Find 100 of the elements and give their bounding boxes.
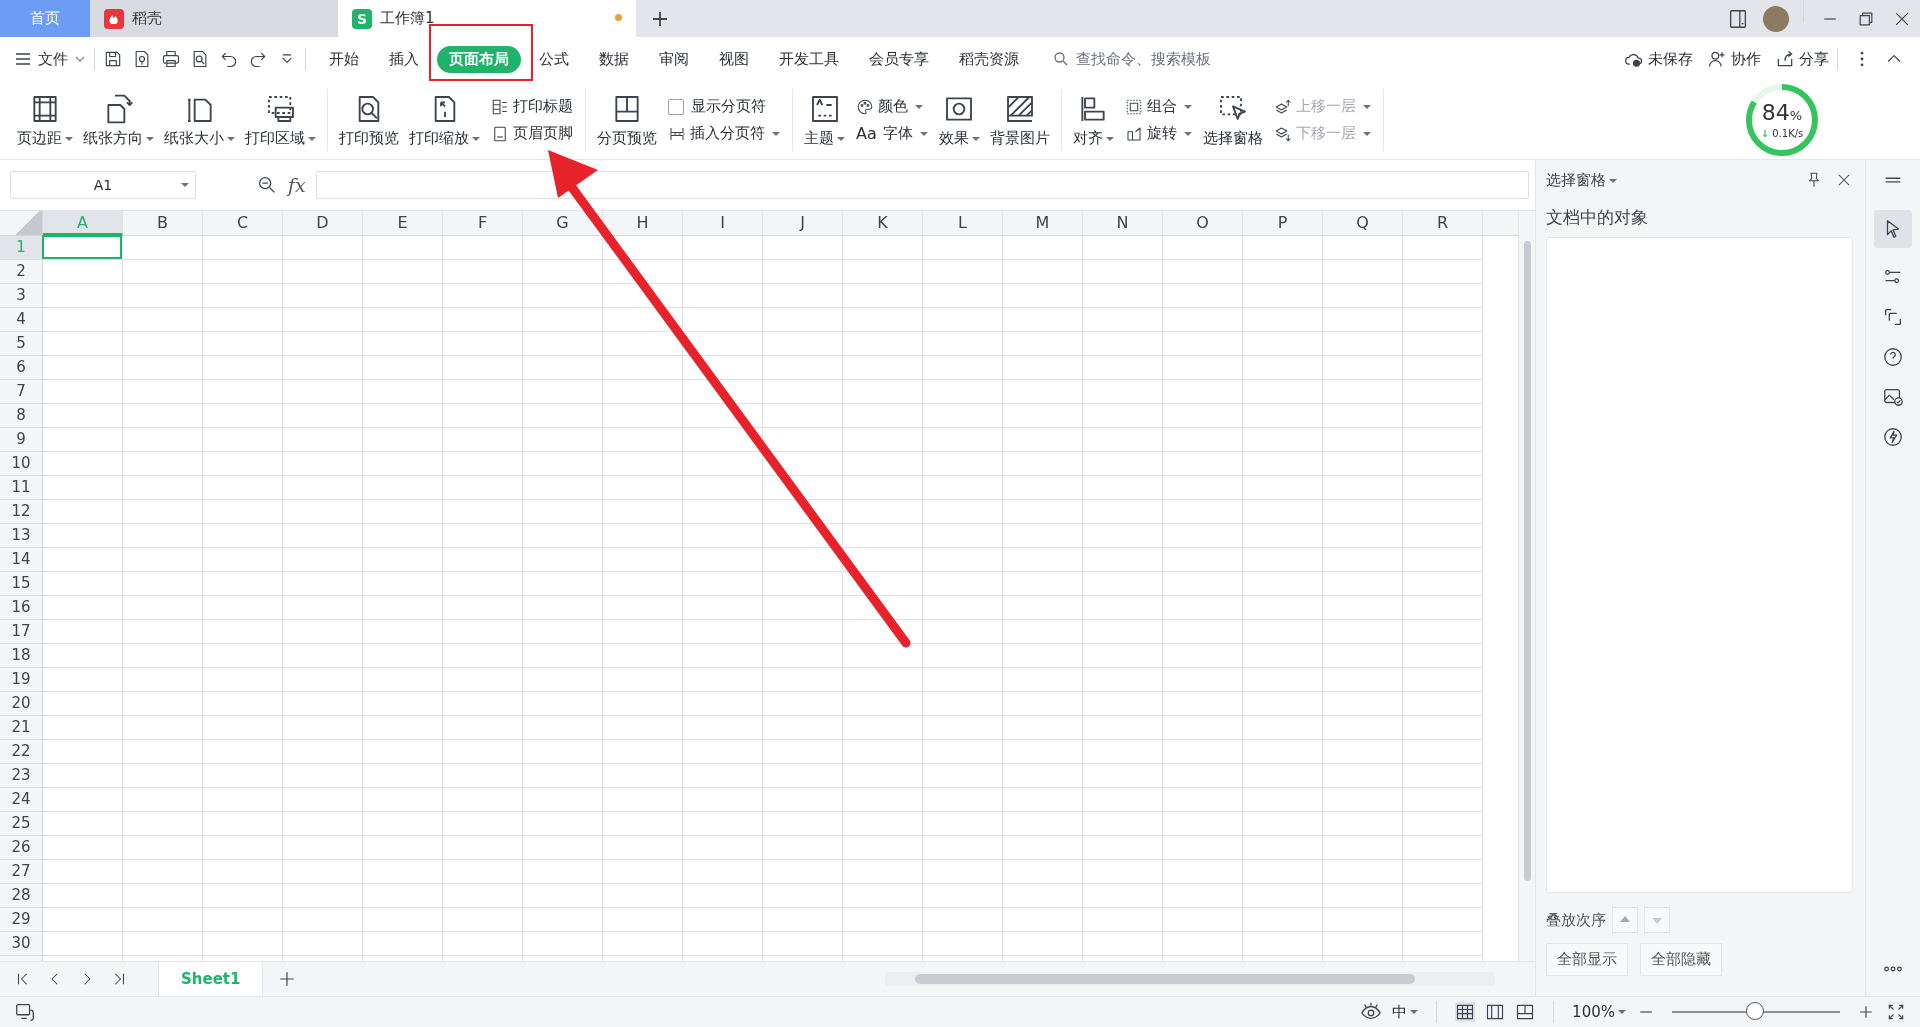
select-tool-button[interactable] [1874,210,1912,248]
column-header[interactable]: N [1083,211,1163,235]
column-header[interactable]: C [203,211,283,235]
row-header[interactable]: 17 [0,620,42,644]
ribbon-button[interactable]: 打印标题 [491,97,573,116]
formula-input[interactable] [315,171,1530,199]
column-header[interactable]: E [363,211,443,235]
ribbon-tab[interactable]: 审阅 [647,45,701,73]
save-status-button[interactable]: 未保存 [1624,49,1693,69]
search-field[interactable]: 查找命令、搜索模板 [1052,49,1278,69]
column-header[interactable]: J [763,211,843,235]
ribbon-button[interactable]: 分页预览 [594,90,660,150]
column-header[interactable]: O [1163,211,1243,235]
image-check-icon[interactable] [1882,386,1904,408]
row-header[interactable]: 30 [0,932,42,956]
column-header[interactable]: H [603,211,683,235]
row-header[interactable]: 8 [0,404,42,428]
document-tab[interactable]: S 工作簿1 [338,0,636,37]
ribbon-button[interactable]: 主题 [801,90,848,150]
ribbon-tab[interactable]: 开始 [317,45,371,73]
ribbon-tab[interactable]: 开发工具 [767,45,851,73]
row-header[interactable]: 23 [0,764,42,788]
function-button[interactable]: fx [288,174,306,196]
ribbon-button[interactable]: 插入分页符 [668,124,780,143]
horizontal-scrollbar[interactable] [885,972,1496,986]
pane-title[interactable]: 选择窗格 [1546,170,1618,190]
ribbon-button[interactable]: 页眉页脚 [491,124,573,143]
row-header[interactable]: 14 [0,548,42,572]
row-header[interactable]: 4 [0,308,42,332]
row-header[interactable]: 5 [0,332,42,356]
ribbon-button[interactable]: 纸张大小 [161,90,238,150]
column-header[interactable]: L [923,211,1003,235]
row-header[interactable]: 9 [0,428,42,452]
row-header[interactable]: 16 [0,596,42,620]
row-header[interactable]: 29 [0,908,42,932]
ribbon-button[interactable]: 对齐 [1069,90,1117,150]
row-header[interactable]: 7 [0,380,42,404]
row-header[interactable]: 21 [0,716,42,740]
save-icon[interactable] [103,49,123,69]
row-header[interactable]: 3 [0,284,42,308]
row-header[interactable]: 24 [0,788,42,812]
column-header[interactable]: B [123,211,203,235]
row-header[interactable]: 2 [0,260,42,284]
checkbox[interactable] [668,98,684,115]
ribbon-button[interactable]: 页边距 [14,90,76,150]
checkbox-option[interactable]: 显示分页符 [668,97,780,116]
input-method-button[interactable]: 中 [1392,1002,1419,1022]
share-button[interactable]: 分享 [1775,49,1829,69]
ribbon-button[interactable]: 打印区域 [242,90,319,150]
row-header[interactable]: 13 [0,524,42,548]
row-header[interactable]: 11 [0,476,42,500]
name-box[interactable]: A1 [10,171,196,199]
vertical-scrollbar[interactable] [1518,211,1536,961]
ribbon-button[interactable]: 组合 [1124,97,1192,116]
ribbon-button[interactable]: 选择窗格 [1199,90,1266,150]
row-header[interactable]: 20 [0,692,42,716]
transform-icon[interactable] [1882,306,1904,328]
selected-cell[interactable] [42,235,122,259]
ribbon-button[interactable]: 纸张方向 [80,90,157,150]
ribbon-tab[interactable]: 稻壳资源 [947,45,1031,73]
file-menu[interactable]: 文件 [14,49,86,69]
column-header[interactable]: K [843,211,923,235]
row-header[interactable]: 18 [0,644,42,668]
zoom-level-button[interactable]: 100% [1572,1003,1626,1021]
ribbon-button[interactable]: 旋转 [1124,124,1192,143]
avatar[interactable] [1763,5,1789,32]
row-header[interactable]: 25 [0,812,42,836]
print-icon[interactable] [161,49,181,69]
page-layout-view-icon[interactable] [1485,1002,1506,1022]
row-header[interactable]: 12 [0,500,42,524]
tablet-icon[interactable] [1727,7,1749,30]
ribbon-button[interactable]: 颜色 [856,97,928,116]
help-icon[interactable] [1882,346,1904,368]
ribbon-button[interactable]: 打印缩放 [406,90,483,150]
row-header[interactable]: 10 [0,452,42,476]
row-header[interactable]: 15 [0,572,42,596]
ribbon-button[interactable]: 打印预览 [336,90,402,150]
column-header[interactable]: D [283,211,363,235]
row-header[interactable]: 27 [0,860,42,884]
pane-button[interactable]: 全部显示 [1546,943,1629,976]
fullscreen-icon[interactable] [1886,1002,1906,1022]
lightning-icon[interactable] [1882,426,1904,448]
row-header[interactable]: 26 [0,836,42,860]
ribbon-button[interactable]: Aa 字体 [856,124,928,143]
column-header[interactable]: I [683,211,763,235]
ribbon-tab[interactable]: 数据 [587,45,641,73]
column-header[interactable]: R [1403,211,1483,235]
column-header[interactable]: Q [1323,211,1403,235]
ribbon-button[interactable]: 效果 [935,90,983,150]
ribbon-tab[interactable]: 视图 [707,45,761,73]
zoom-slider-thumb[interactable] [1746,1002,1764,1020]
ribbon-button[interactable]: 背景图片 [986,90,1053,150]
column-header[interactable]: G [523,211,603,235]
column-header[interactable]: M [1003,211,1083,235]
normal-view-button[interactable] [1455,1002,1476,1022]
column-header[interactable]: F [443,211,523,235]
column-header[interactable]: P [1243,211,1323,235]
ribbon-tab[interactable]: 公式 [527,45,581,73]
pane-button[interactable]: 全部隐藏 [1640,943,1723,976]
row-header[interactable]: 22 [0,740,42,764]
